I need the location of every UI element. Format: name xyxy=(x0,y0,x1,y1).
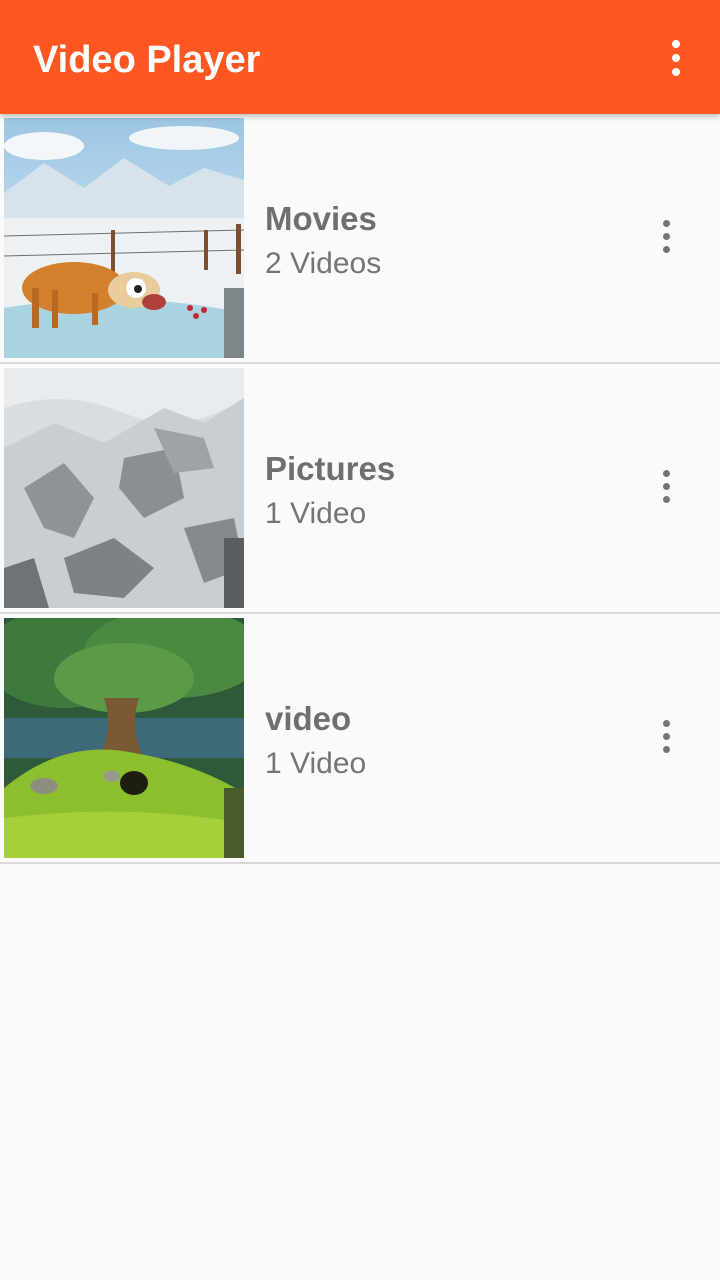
folder-thumbnail-movies xyxy=(4,118,244,358)
menu-dot xyxy=(662,732,670,740)
folder-thumbnail-video xyxy=(4,618,244,858)
menu-dot xyxy=(672,54,680,62)
more-vert-icon[interactable] xyxy=(642,704,690,768)
folder-name: Movies xyxy=(265,200,377,237)
menu-dot xyxy=(662,469,670,477)
folder-name: Pictures xyxy=(265,450,396,487)
app-bar: Video Player xyxy=(0,0,720,114)
menu-dot xyxy=(662,495,670,503)
menu-dot xyxy=(662,482,670,490)
more-options-icon[interactable] xyxy=(652,26,700,90)
menu-dot xyxy=(662,719,670,727)
more-vert-icon[interactable] xyxy=(642,454,690,518)
folder-thumbnail-pictures xyxy=(4,368,244,608)
menu-dot xyxy=(672,68,680,76)
folder-video-count: 1 Video xyxy=(265,747,367,780)
video-player-app: Video Player Movies 2 Videos Pictures 1 … xyxy=(0,0,720,1280)
menu-dot xyxy=(662,745,670,753)
more-vert-icon[interactable] xyxy=(642,204,690,268)
menu-dot xyxy=(672,40,680,48)
menu-dot xyxy=(662,219,670,227)
folder-video-count: 2 Videos xyxy=(265,247,382,280)
folder-row-movies[interactable]: Movies 2 Videos xyxy=(0,114,720,364)
app-title: Video Player xyxy=(33,39,261,81)
folder-row-pictures[interactable]: Pictures 1 Video xyxy=(0,364,720,614)
folder-video-count: 1 Video xyxy=(265,497,367,530)
folder-row-video[interactable]: video 1 Video xyxy=(0,614,720,864)
folder-list: Movies 2 Videos Pictures 1 Video video 1… xyxy=(0,114,720,864)
menu-dot xyxy=(662,245,670,253)
folder-name: video xyxy=(265,700,352,737)
menu-dot xyxy=(662,232,670,240)
